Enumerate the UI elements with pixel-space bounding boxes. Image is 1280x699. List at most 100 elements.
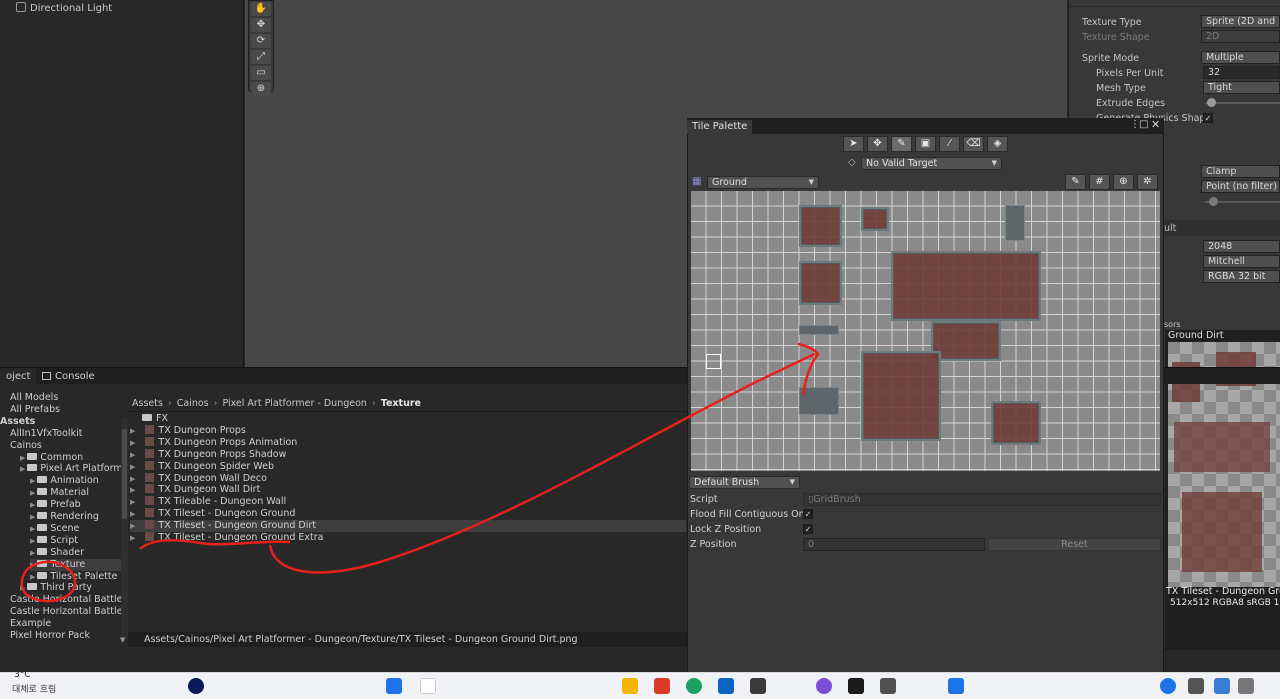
tray-icon[interactable] (1160, 678, 1176, 694)
eraser-icon[interactable]: ⌫ (963, 136, 984, 152)
expand-arrow-icon[interactable]: ▶ (30, 513, 35, 521)
unity-icon[interactable] (848, 678, 864, 694)
tray-icon[interactable] (1238, 678, 1254, 694)
expand-arrow-icon[interactable]: ▶ (30, 561, 35, 569)
expand-arrow-icon[interactable]: ▶ (130, 498, 135, 506)
expand-arrow-icon[interactable]: ▶ (130, 451, 135, 459)
tree-item[interactable]: ▶ Prefab (30, 499, 81, 511)
expand-arrow-icon[interactable]: ▶ (30, 477, 35, 485)
tree-item[interactable]: Assets (0, 416, 35, 428)
active-target-dropdown[interactable]: No Valid Target ▼ (861, 157, 1002, 170)
tile-block[interactable] (799, 261, 842, 305)
tree-item[interactable]: Castle Horizontal Battle B (10, 606, 132, 618)
file-row[interactable]: ▶ TX Dungeon Wall Dirt (130, 484, 686, 496)
tile-wall[interactable] (799, 387, 839, 415)
tree-item[interactable]: Example (10, 618, 51, 630)
scale-tool-icon[interactable]: ⤢ (251, 50, 271, 64)
breadcrumb-item[interactable]: Assets (132, 398, 163, 409)
tile-block[interactable] (931, 321, 1001, 361)
expand-arrow-icon[interactable]: ▶ (130, 486, 135, 494)
tile-block[interactable] (991, 401, 1041, 445)
file-row[interactable]: ▶ TX Dungeon Wall Deco (130, 472, 686, 485)
scroll-down-icon[interactable]: ▼ (120, 636, 125, 644)
wrap-mode-dropdown[interactable]: Clamp (1201, 165, 1280, 178)
tree-item[interactable]: ▶ Animation (30, 475, 99, 487)
lock-z-checkbox[interactable]: ✓ (803, 524, 813, 534)
expand-arrow-icon[interactable]: ▶ (30, 537, 35, 545)
format-dropdown[interactable]: RGBA 32 bit (1203, 270, 1280, 283)
browser-icon[interactable] (686, 678, 702, 694)
extrude-slider-track[interactable] (1205, 102, 1280, 104)
tab-tile-palette[interactable]: Tile Palette (687, 120, 753, 134)
expand-arrow-icon[interactable]: ▶ (130, 522, 135, 530)
expand-arrow-icon[interactable]: ▶ (130, 439, 135, 447)
tile-block[interactable] (799, 205, 842, 247)
box-fill-icon[interactable]: ▣ (915, 136, 936, 152)
file-row[interactable]: FX (130, 413, 686, 425)
file-row[interactable]: ▶ TX Dungeon Props Animation (130, 436, 686, 449)
tree-item[interactable]: ▶ Common (20, 452, 83, 464)
tree-item[interactable]: ▶ Tileset Palette (30, 571, 117, 583)
file-row[interactable]: ▶ TX Dungeon Props (130, 424, 686, 437)
physics-shape-checkbox[interactable]: ✓ (1203, 113, 1213, 123)
tree-item[interactable]: Castle Horizontal Battle B (10, 594, 132, 606)
texture-type-dropdown[interactable]: Sprite (2D and UI) (1201, 15, 1280, 28)
aniso-slider-handle[interactable] (1209, 197, 1218, 206)
palette-dropdown[interactable]: Ground ▼ (707, 176, 819, 189)
weather-temp[interactable]: 3°C (14, 670, 31, 680)
breadcrumb-item[interactable]: Pixel Art Platformer - Dungeon (222, 398, 367, 409)
tab-project[interactable]: oject (0, 368, 37, 385)
tree-item[interactable]: All Prefabs (10, 404, 60, 416)
file-row[interactable]: ▶ TX Tileset - Dungeon Ground (130, 508, 686, 520)
resize-algo-dropdown[interactable]: Mitchell (1203, 255, 1280, 268)
expand-arrow-icon[interactable]: ▶ (130, 427, 135, 435)
app-icon[interactable] (654, 678, 670, 694)
tab-console[interactable]: Console (36, 368, 101, 385)
app-icon[interactable] (880, 678, 896, 694)
rotate-tool-icon[interactable]: ⟳ (251, 34, 271, 48)
expand-arrow-icon[interactable]: ▶ (130, 475, 135, 483)
flood-fill-checkbox[interactable]: ✓ (803, 509, 813, 519)
select-tool-icon[interactable]: ➤ (843, 136, 864, 152)
max-size-dropdown[interactable]: 2048 (1203, 240, 1280, 253)
expand-arrow-icon[interactable]: ▶ (30, 525, 35, 533)
tile-block[interactable] (891, 251, 1041, 321)
tree-scrollbar[interactable] (121, 419, 128, 639)
tile-block[interactable] (861, 351, 941, 441)
default-tab[interactable]: ult (1164, 223, 1176, 234)
grid-toggle-icon[interactable]: # (1089, 174, 1110, 190)
weather-text[interactable]: 대체로 흐림 (12, 682, 56, 695)
file-row[interactable]: ▶ TX Tileable - Dungeon Wall (130, 496, 686, 508)
expand-arrow-icon[interactable]: ▶ (30, 573, 35, 581)
search-icon[interactable] (420, 678, 436, 694)
ppu-field[interactable]: 32 (1203, 66, 1280, 79)
tray-icon[interactable] (1188, 678, 1204, 694)
expand-arrow-icon[interactable]: ▶ (30, 501, 35, 509)
tile-block[interactable] (861, 207, 889, 231)
breadcrumb-item[interactable]: Texture (381, 398, 421, 409)
tree-item[interactable]: ▶ Third Party (20, 582, 92, 594)
scrollbar-thumb[interactable] (122, 429, 127, 519)
fill-bucket-icon[interactable]: ◈ (987, 136, 1008, 152)
move-tool-icon[interactable]: ✥ (867, 136, 888, 152)
tree-item[interactable]: ▶ Shader (30, 547, 84, 559)
maximize-icon[interactable]: □ (1139, 119, 1148, 130)
expand-arrow-icon[interactable]: ▶ (30, 489, 35, 497)
expand-arrow-icon[interactable]: ▶ (20, 584, 25, 592)
hand-tool-icon[interactable]: ✋ (251, 2, 271, 16)
tile-wall[interactable] (1005, 205, 1025, 241)
brush-dropdown[interactable]: Default Brush ▼ (689, 476, 800, 489)
rect-tool-icon[interactable]: ▭ (251, 66, 271, 80)
app-icon[interactable] (188, 678, 204, 694)
app-icon[interactable] (750, 678, 766, 694)
tree-item[interactable]: Pixel Horror Pack (10, 630, 90, 642)
sprite-mode-dropdown[interactable]: Multiple (1201, 51, 1280, 64)
app-icon[interactable] (718, 678, 734, 694)
tree-item[interactable]: ▶ Material (30, 487, 89, 499)
app-icon[interactable] (948, 678, 964, 694)
hierarchy-item[interactable]: Directional Light (16, 2, 112, 16)
tile-wall[interactable] (799, 325, 839, 335)
filter-mode-dropdown[interactable]: Point (no filter) (1201, 180, 1280, 193)
tree-item[interactable]: AllIn1VfxToolkit (10, 428, 82, 440)
tree-item[interactable]: ▶ Rendering (30, 511, 99, 523)
